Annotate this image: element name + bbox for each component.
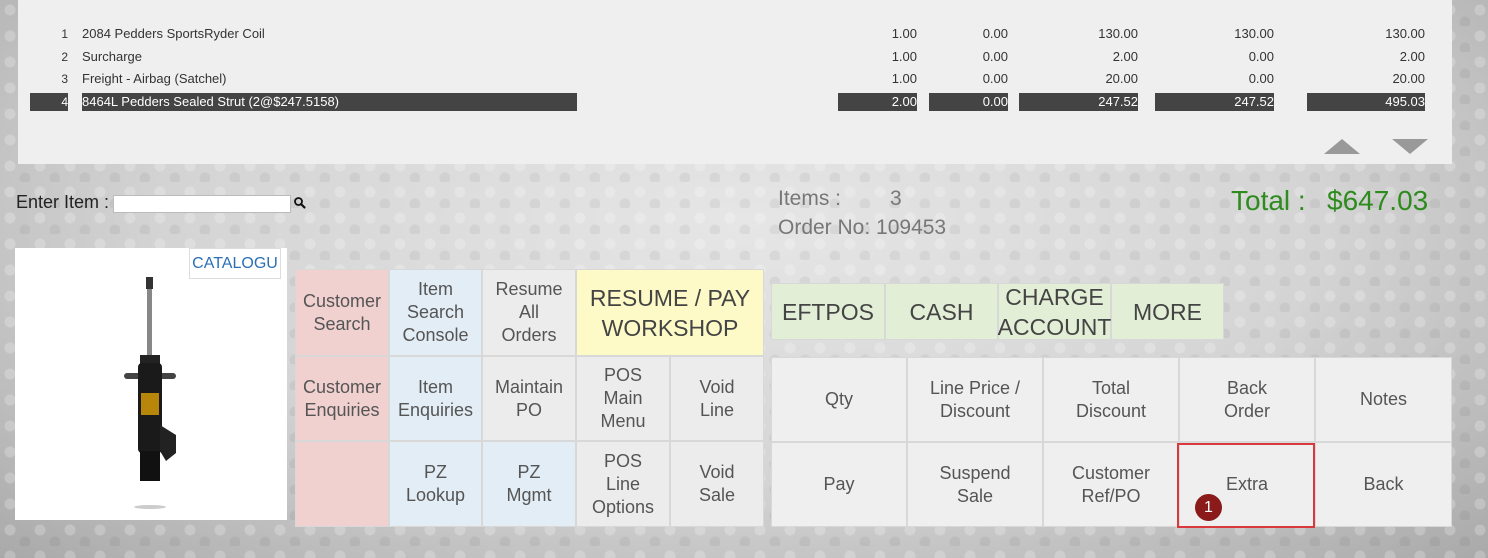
magnifier-icon[interactable]: [293, 196, 307, 210]
item-search-console-button[interactable]: Item Search Console: [389, 269, 482, 356]
void-sale-button[interactable]: Void Sale: [670, 441, 764, 527]
line-description: 8464L Pedders Sealed Strut (2@$247.5158): [82, 93, 577, 111]
order-number: Order No: 109453: [778, 216, 947, 239]
line-number: 3: [61, 72, 68, 86]
line-price: 0.00: [1248, 49, 1274, 64]
items-count-label: Items :: [778, 187, 842, 210]
line-price: 0.00: [1248, 71, 1274, 86]
pos-main-menu-button[interactable]: POS Main Menu: [576, 356, 670, 441]
customer-ref-po-button[interactable]: Customer Ref/PO: [1043, 442, 1179, 527]
line-total: 495.03: [1307, 93, 1425, 111]
line-qty: 1.00: [891, 49, 917, 64]
enter-item-label: Enter Item :: [16, 192, 110, 212]
maintain-po-button[interactable]: Maintain PO: [482, 356, 576, 441]
eftpos-button[interactable]: EFTPOS: [771, 283, 885, 340]
line-description: Surcharge: [82, 49, 142, 64]
enter-item-input[interactable]: [113, 195, 291, 213]
order-line-row[interactable]: 3 Freight - Airbag (Satchel) 1.00 0.00 2…: [18, 70, 1452, 88]
line-discount: 0.00: [982, 26, 1008, 41]
line-number: 2: [61, 50, 68, 64]
line-qty: 1.00: [891, 26, 917, 41]
catalogue-button[interactable]: CATALOGU: [189, 248, 281, 279]
line-discount: 0.00: [982, 71, 1008, 86]
customer-search-button[interactable]: Customer Search: [295, 269, 389, 356]
back-button[interactable]: Back: [1315, 442, 1452, 527]
notes-button[interactable]: Notes: [1315, 357, 1452, 442]
line-discount: 0.00: [982, 49, 1008, 64]
total-label: Total :: [1231, 185, 1306, 216]
line-price-discount-button[interactable]: Line Price / Discount: [907, 357, 1043, 442]
line-qty: 2.00: [838, 93, 917, 111]
line-unit-price: 247.52: [1019, 93, 1138, 111]
customer-enquiries-button[interactable]: Customer Enquiries: [295, 356, 389, 441]
step-number-badge: 1: [1195, 494, 1222, 521]
line-unit-price: 20.00: [1105, 71, 1138, 86]
scroll-up-arrow-icon[interactable]: [1324, 139, 1360, 154]
pz-mgmt-button[interactable]: PZ Mgmt: [482, 441, 576, 527]
cash-button[interactable]: CASH: [885, 283, 998, 340]
pos-line-options-button[interactable]: POS Line Options: [576, 441, 670, 527]
item-enquiries-button[interactable]: Item Enquiries: [389, 356, 482, 441]
resume-all-orders-button[interactable]: Resume All Orders: [482, 269, 576, 356]
line-total: 2.00: [1399, 49, 1425, 64]
line-qty: 1.00: [891, 71, 917, 86]
pz-lookup-button[interactable]: PZ Lookup: [389, 441, 482, 527]
qty-button[interactable]: Qty: [771, 357, 907, 442]
order-lines-panel: 1 2084 Pedders SportsRyder Coil 1.00 0.0…: [18, 0, 1452, 164]
order-line-row[interactable]: 1 2084 Pedders SportsRyder Coil 1.00 0.0…: [18, 25, 1452, 43]
order-line-row-selected[interactable]: 4 8464L Pedders Sealed Strut (2@$247.515…: [18, 93, 1452, 111]
total-value: $647.03: [1327, 185, 1429, 216]
resume-pay-workshop-button[interactable]: RESUME / PAY WORKSHOP: [576, 269, 764, 356]
line-unit-price: 130.00: [1098, 26, 1138, 41]
charge-account-button[interactable]: CHARGE ACCOUNT: [998, 283, 1111, 340]
scroll-down-arrow-icon[interactable]: [1392, 139, 1428, 154]
more-button[interactable]: MORE: [1111, 283, 1224, 340]
order-line-row[interactable]: 2 Surcharge 1.00 0.00 2.00 0.00 2.00: [18, 48, 1452, 66]
line-discount: 0.00: [929, 93, 1008, 111]
total-discount-button[interactable]: Total Discount: [1043, 357, 1179, 442]
line-number: 4: [30, 93, 68, 111]
suspend-sale-button[interactable]: Suspend Sale: [907, 442, 1043, 527]
void-line-button[interactable]: Void Line: [670, 356, 764, 441]
line-total: 20.00: [1392, 71, 1425, 86]
line-price: 130.00: [1234, 26, 1274, 41]
back-order-button[interactable]: Back Order: [1179, 357, 1315, 442]
line-description: 2084 Pedders SportsRyder Coil: [82, 26, 265, 41]
empty-pink-button: [295, 441, 389, 527]
line-number: 1: [61, 27, 68, 41]
line-price: 247.52: [1155, 93, 1274, 111]
line-unit-price: 2.00: [1112, 49, 1138, 64]
strut-product-image: [124, 277, 176, 509]
items-count-value: 3: [890, 187, 902, 210]
line-description: Freight - Airbag (Satchel): [82, 71, 227, 86]
pay-button[interactable]: Pay: [771, 442, 907, 527]
line-total: 130.00: [1385, 26, 1425, 41]
